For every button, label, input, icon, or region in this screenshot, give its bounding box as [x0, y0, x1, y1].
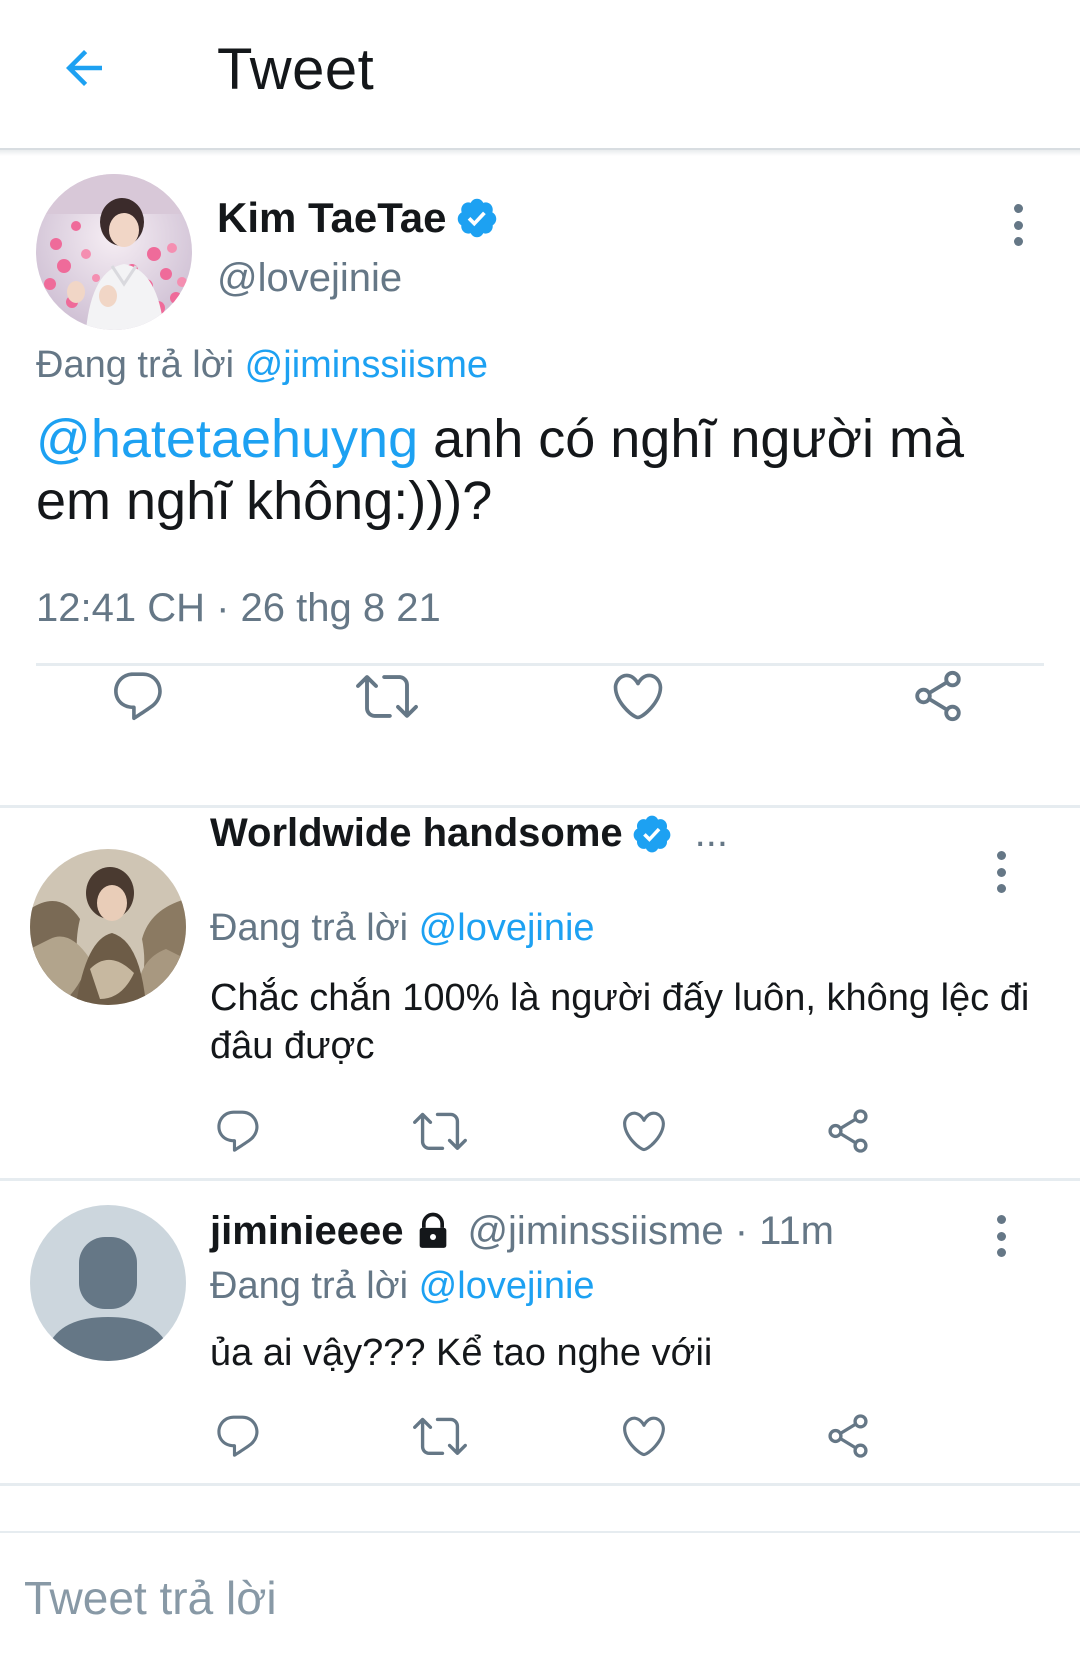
tweet-mention[interactable]: @hatetaehuyng	[36, 409, 418, 469]
retweet-button[interactable]	[408, 1101, 472, 1161]
like-button[interactable]	[603, 661, 673, 731]
share-button[interactable]	[818, 1101, 878, 1161]
like-button[interactable]	[614, 1406, 674, 1466]
display-name: Kim TaeTae	[217, 194, 447, 241]
reply-tweet[interactable]: jiminieeee @jiminssiisme · 11m Đang trả …	[0, 1181, 1080, 1486]
top-app-bar: Tweet	[0, 0, 1080, 150]
like-button[interactable]	[614, 1101, 674, 1161]
tweet-meta: ...	[694, 811, 728, 855]
verified-badge-icon	[457, 198, 496, 238]
avatar-photo	[30, 849, 186, 1005]
avatar[interactable]	[36, 174, 192, 330]
back-button[interactable]	[52, 36, 116, 100]
default-avatar-icon	[30, 1205, 186, 1361]
share-button[interactable]	[903, 661, 973, 731]
tweet-timestamp[interactable]: 12:41 CH · 26 thg 8 21	[36, 586, 441, 631]
replying-prefix: Đang trả lời	[36, 344, 235, 386]
more-dot	[1013, 237, 1023, 246]
more-dot	[996, 1231, 1006, 1241]
share-icon	[915, 670, 961, 722]
verified-badge-icon	[633, 815, 671, 852]
retweet-icon	[413, 1417, 467, 1456]
reply-compose-bar	[0, 1531, 1080, 1669]
reply-icon	[114, 672, 162, 721]
like-icon	[623, 1416, 665, 1457]
avatar-photo	[36, 174, 192, 330]
reply-icon	[217, 1415, 259, 1457]
main-tweet: Kim TaeTae @lovejinie Đang trả lời @jimi…	[0, 156, 1080, 808]
more-dot	[996, 1215, 1006, 1224]
replying-to: Đang trả lời @lovejinie	[210, 1265, 595, 1308]
reply-button[interactable]	[208, 1101, 268, 1161]
reply-icon	[217, 1110, 259, 1152]
avatar[interactable]	[30, 849, 186, 1005]
more-dot	[996, 851, 1006, 860]
retweet-icon	[356, 675, 418, 718]
replying-to-mention[interactable]: @lovejinie	[419, 1265, 595, 1307]
retweet-button[interactable]	[347, 661, 427, 731]
retweet-icon	[413, 1112, 467, 1151]
tweet-text: ủa ai vậy??? Kể tao nghe vớii	[210, 1332, 713, 1374]
more-dot	[1013, 204, 1023, 213]
reply-input[interactable]	[24, 1571, 1024, 1625]
more-options-button[interactable]	[986, 1211, 1016, 1261]
share-button[interactable]	[818, 1406, 878, 1466]
arrow-left-icon	[66, 50, 102, 86]
display-name: Worldwide handsome	[210, 811, 623, 855]
page-title: Tweet	[217, 37, 375, 102]
tweet-text: @hatetaehuyng anh có nghĩ người mà em ng…	[36, 408, 1046, 532]
more-dot	[996, 1248, 1006, 1257]
display-name: jiminieeee	[210, 1209, 404, 1253]
share-icon	[828, 1414, 868, 1458]
more-options-button[interactable]	[986, 847, 1016, 897]
reply-tweet[interactable]: Worldwide handsome ... Đang trả lời @lov…	[0, 811, 1080, 1181]
replying-prefix: Đang trả lời	[210, 907, 409, 949]
author-name-row[interactable]: Kim TaeTae	[217, 194, 499, 242]
replying-to-mention[interactable]: @lovejinie	[419, 907, 595, 949]
replying-prefix: Đang trả lời	[210, 1265, 409, 1307]
reply-button[interactable]	[208, 1406, 268, 1466]
tweet-meta: @jiminssiisme · 11m	[467, 1209, 834, 1253]
more-dot	[1013, 220, 1023, 230]
more-dot	[996, 867, 1006, 877]
retweet-button[interactable]	[408, 1406, 472, 1466]
share-icon	[828, 1109, 868, 1153]
more-dot	[996, 884, 1006, 893]
author-name-row[interactable]: Worldwide handsome ...	[210, 811, 728, 856]
avatar[interactable]	[30, 1205, 186, 1361]
tweet-text: Chắc chắn 100% là người đấy luôn, không …	[210, 977, 1030, 1067]
author-name-row[interactable]: jiminieeee @jiminssiisme · 11m	[210, 1209, 834, 1254]
like-icon	[623, 1111, 665, 1152]
lock-icon	[420, 1212, 447, 1248]
more-options-button[interactable]	[1003, 200, 1033, 250]
like-icon	[613, 673, 663, 720]
divider	[36, 663, 1044, 666]
replying-to-mention[interactable]: @jiminssiisme	[245, 344, 488, 386]
reply-button[interactable]	[103, 661, 173, 731]
author-handle[interactable]: @lovejinie	[217, 256, 402, 301]
replying-to: Đang trả lời @lovejinie	[210, 907, 595, 950]
replying-to: Đang trả lời @jiminssiisme	[36, 344, 488, 387]
